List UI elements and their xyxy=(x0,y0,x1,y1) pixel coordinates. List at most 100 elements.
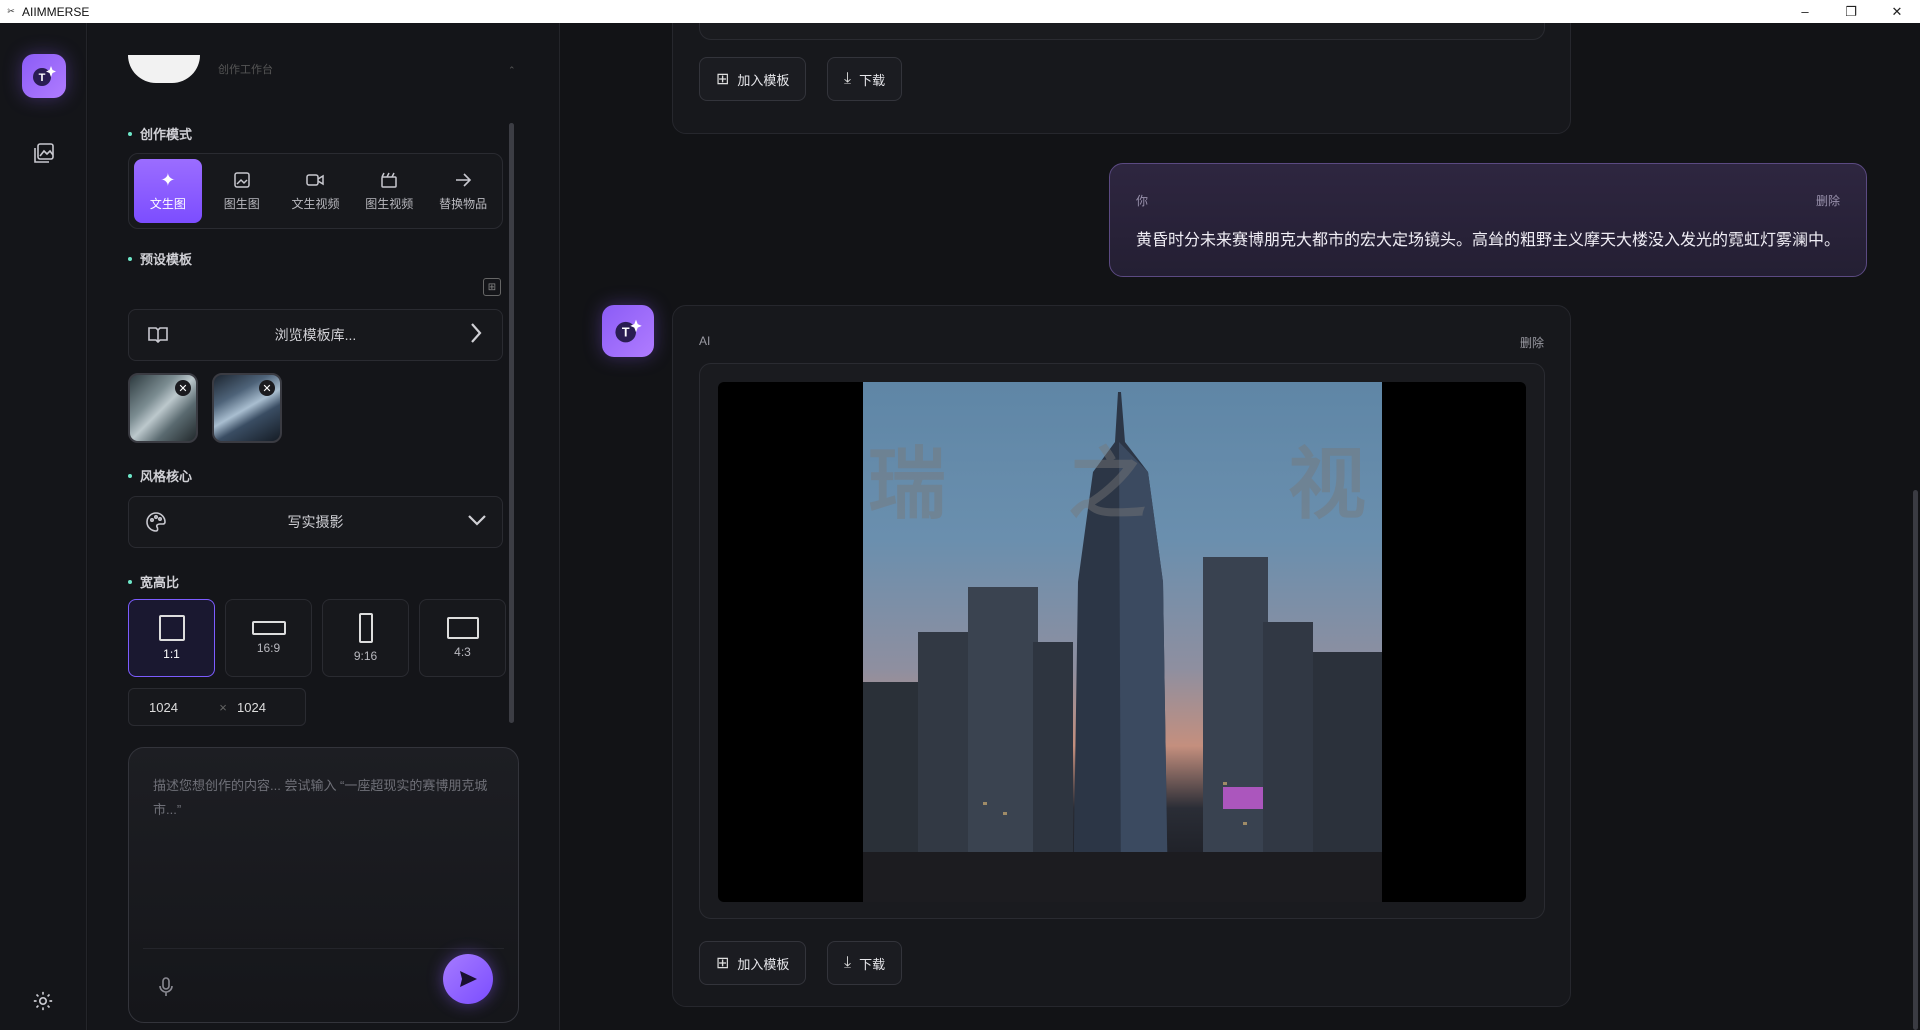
creation-panel: 创作工作台 ⌃ 创作模式 ✦ 文生图 图生图 文生视频 图生视频 替换物品 预设… xyxy=(88,23,560,1030)
scrollbar-thumb[interactable] xyxy=(509,123,514,723)
window-controls: – ❐ ✕ xyxy=(1782,0,1920,23)
mode-replace-object[interactable]: 替换物品 xyxy=(429,159,497,223)
aspect-ratio-selector: 1:1 16:9 9:16 4:3 xyxy=(128,599,506,677)
delete-message-link[interactable]: 删除 xyxy=(1520,334,1544,351)
ai-avatar: T xyxy=(602,305,654,357)
mode-image-to-image[interactable]: 图生图 xyxy=(208,159,276,223)
image-frame: 瑞 之 视 xyxy=(699,363,1545,919)
browse-label: 浏览模板库... xyxy=(274,327,357,343)
modes-section-label: 创作模式 xyxy=(128,124,192,143)
button-label: 下载 xyxy=(859,956,886,972)
mode-text-to-video[interactable]: 文生视频 xyxy=(282,159,350,223)
nav-rail: T xyxy=(0,23,87,1030)
templates-label-text: 预设模板 xyxy=(140,252,193,267)
mode-image-to-video[interactable]: 图生视频 xyxy=(355,159,423,223)
maximize-button[interactable]: ❐ xyxy=(1828,0,1874,23)
mode-label: 图生视频 xyxy=(365,196,414,211)
height-field[interactable]: 1024 xyxy=(237,700,297,715)
message-author: AI xyxy=(699,334,711,348)
image-icon xyxy=(233,171,251,189)
template-thumbnail[interactable]: ✕ xyxy=(212,373,282,443)
close-button[interactable]: ✕ xyxy=(1874,0,1920,23)
ratio-1-1[interactable]: 1:1 xyxy=(128,599,215,677)
width-field[interactable]: 1024 xyxy=(149,700,209,715)
watermark-char: 瑞 xyxy=(868,440,947,528)
ratio-label: 1:1 xyxy=(163,647,180,661)
prompt-input[interactable]: 描述您想创作的内容... 尝试输入 “一座超现实的赛博朋克城市...” xyxy=(153,774,493,822)
send-button[interactable] xyxy=(443,954,493,1004)
portrait-icon xyxy=(358,613,373,643)
landscape-icon xyxy=(251,621,286,635)
times-icon: × xyxy=(219,699,227,715)
panel-scrollbar[interactable] xyxy=(509,123,514,723)
style-label-text: 风格核心 xyxy=(140,469,193,484)
ratio-label: 16:9 xyxy=(256,641,281,655)
top-card xyxy=(128,55,200,83)
microphone-icon[interactable] xyxy=(157,976,175,1003)
add-template-icon: ⊞ xyxy=(716,955,730,972)
chat-scrollbar[interactable] xyxy=(1913,490,1918,1030)
user-message: 你 删除 黄昏时分未来赛博朋克大都市的宏大定场镜头。高耸的粗野主义摩天大楼没入发… xyxy=(1109,163,1867,277)
modes-label-text: 创作模式 xyxy=(140,127,193,142)
previous-ai-card: ⊞ 加入模板 ⤓ 下载 xyxy=(672,23,1571,134)
collapse-chevron-icon[interactable]: ⌃ xyxy=(508,65,516,76)
mode-selector: ✦ 文生图 图生图 文生视频 图生视频 替换物品 xyxy=(128,153,503,229)
send-icon xyxy=(460,971,477,987)
svg-text:T: T xyxy=(39,72,46,84)
message-author: 你 xyxy=(1136,194,1149,208)
style-value: 写实摄影 xyxy=(287,514,344,530)
workspace-label: 创作工作台 xyxy=(218,64,273,76)
arrow-right-icon xyxy=(454,171,472,189)
download-button[interactable]: ⤓ 下载 xyxy=(827,57,903,101)
delete-message-link[interactable]: 删除 xyxy=(1816,192,1840,209)
remove-template-icon[interactable]: ✕ xyxy=(175,380,191,396)
button-label: 加入模板 xyxy=(737,956,790,972)
image-stage: 瑞 之 视 xyxy=(718,382,1526,902)
ratio-9-16[interactable]: 9:16 xyxy=(322,599,409,677)
minimize-button[interactable]: – xyxy=(1782,0,1828,23)
previous-image-frame xyxy=(699,23,1545,40)
ratio-section-label: 宽高比 xyxy=(128,572,179,591)
clapper-icon xyxy=(380,171,398,189)
chevron-right-icon xyxy=(468,320,484,353)
button-label: 加入模板 xyxy=(737,72,790,88)
home-logo-button[interactable]: T xyxy=(22,54,66,98)
prompt-composer: 描述您想创作的内容... 尝试输入 “一座超现实的赛博朋克城市...” xyxy=(128,747,519,1023)
app-icon: ✂ xyxy=(7,6,15,16)
templates-section-label: 预设模板 xyxy=(128,249,192,268)
mode-label: 替换物品 xyxy=(439,196,488,211)
ai-message: AI 删除 瑞 之 视 ⊞ 加入模板 ⤓ 下载 xyxy=(672,305,1571,1007)
button-label: 下载 xyxy=(859,72,886,88)
ratio-label: 4:3 xyxy=(454,645,471,659)
divider xyxy=(143,948,504,949)
logo-icon: T xyxy=(33,66,56,86)
ratio-4-3[interactable]: 4:3 xyxy=(419,599,506,677)
browse-template-library-button[interactable]: 浏览模板库... xyxy=(128,309,503,361)
ratio-16-9[interactable]: 16:9 xyxy=(225,599,312,677)
style-dropdown[interactable]: 写实摄影 xyxy=(128,496,503,548)
message-text: 黄昏时分未来赛博朋克大都市的宏大定场镜头。高耸的粗野主义摩天大楼没入发光的霓虹灯… xyxy=(1136,232,1841,249)
add-template-icon: ⊞ xyxy=(716,71,730,88)
chevron-down-icon xyxy=(466,511,488,532)
mode-text-to-image[interactable]: ✦ 文生图 xyxy=(134,159,202,223)
add-template-icon[interactable]: ⊞ xyxy=(483,278,501,296)
window-title: AIIMMERSE xyxy=(22,4,90,19)
logo-icon: T xyxy=(615,319,642,343)
mode-label: 文生图 xyxy=(149,196,186,211)
settings-icon[interactable] xyxy=(30,988,56,1014)
sparkle-icon: ✦ xyxy=(160,169,176,190)
download-button[interactable]: ⤓ 下载 xyxy=(827,941,903,985)
title-bar: ✂ AIIMMERSE – ❐ ✕ xyxy=(0,0,1920,23)
mode-label: 图生图 xyxy=(223,196,260,211)
add-template-button[interactable]: ⊞ 加入模板 xyxy=(699,941,807,985)
gallery-icon[interactable] xyxy=(30,139,58,167)
add-template-button[interactable]: ⊞ 加入模板 xyxy=(699,57,807,101)
watermark-char: 视 xyxy=(1288,440,1367,528)
book-icon xyxy=(147,325,169,348)
dimensions-input: 1024 × 1024 xyxy=(128,688,306,726)
ratio-label-text: 宽高比 xyxy=(140,575,180,590)
palette-icon xyxy=(145,511,167,539)
svg-text:T: T xyxy=(622,326,630,340)
remove-template-icon[interactable]: ✕ xyxy=(259,380,275,396)
template-thumbnail[interactable]: ✕ xyxy=(128,373,198,443)
